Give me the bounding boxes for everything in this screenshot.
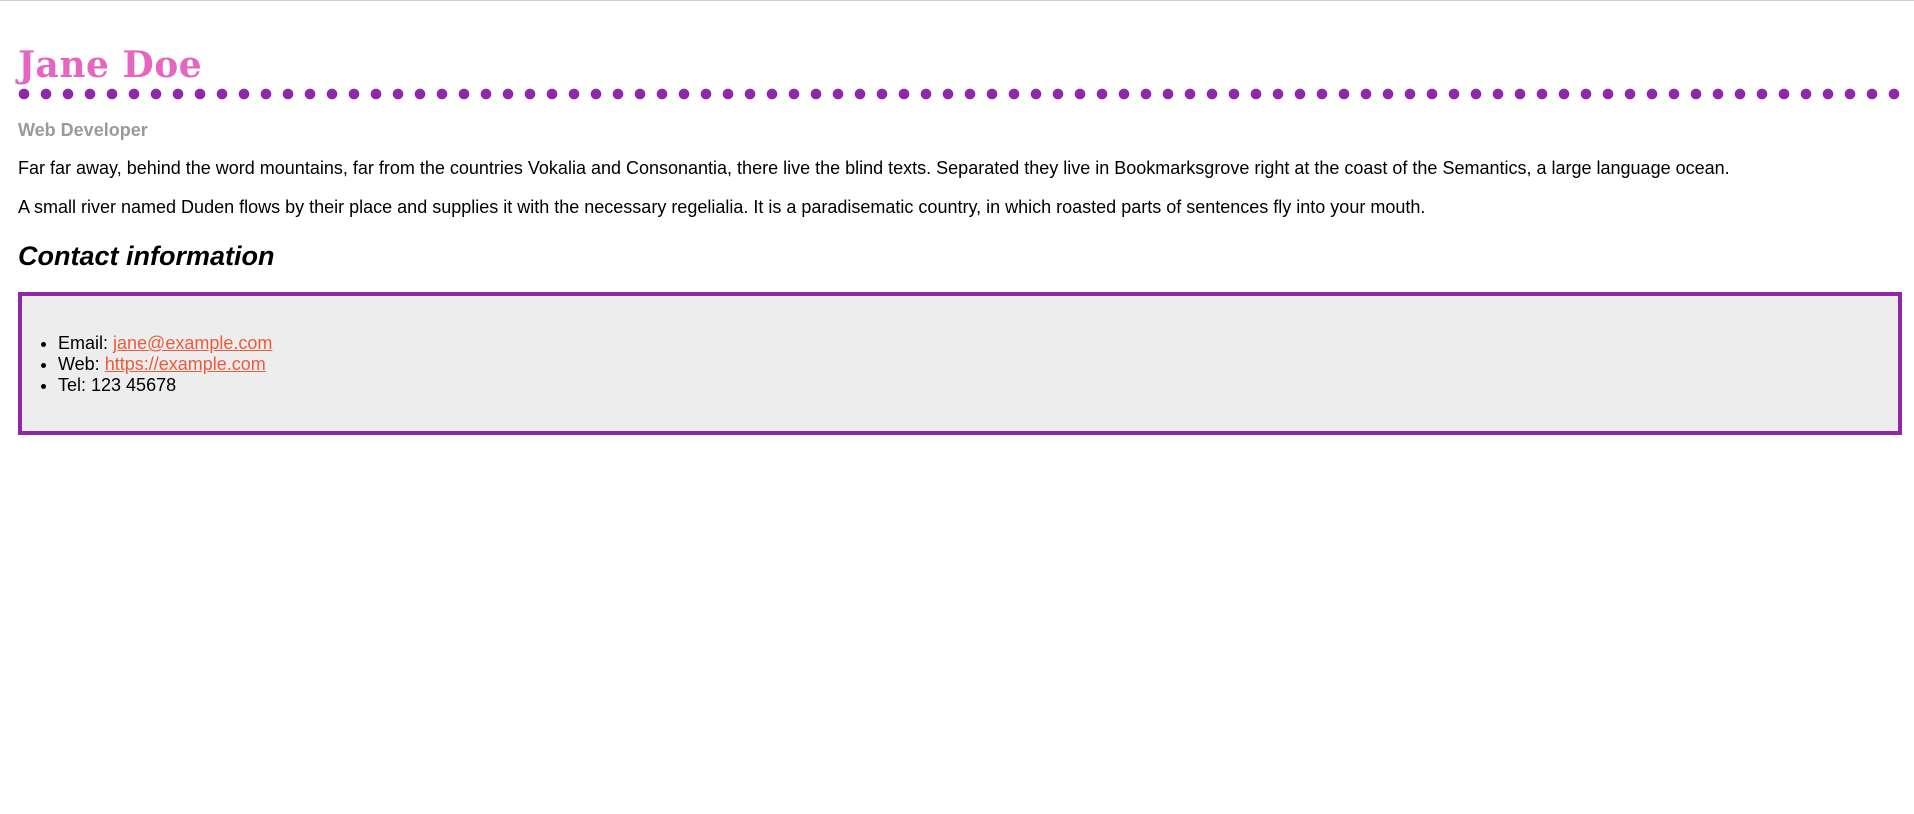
bio-paragraph-2: A small river named Duden flows by their… bbox=[18, 197, 1426, 217]
page-content: Jane Doe Web Developer Far far away, beh… bbox=[0, 45, 1914, 435]
contact-item-email: Email: jane@example.com bbox=[58, 333, 1898, 354]
page-title: Jane Doe bbox=[18, 44, 203, 86]
web-link[interactable]: https://example.com bbox=[105, 354, 266, 374]
dotted-divider bbox=[18, 87, 1902, 101]
top-divider bbox=[0, 0, 1914, 1]
tel-label: Tel: bbox=[58, 375, 92, 395]
contact-list: Email: jane@example.com Web: https://exa… bbox=[22, 333, 1898, 396]
tel-value: 123 45678 bbox=[91, 375, 177, 395]
email-link[interactable]: jane@example.com bbox=[113, 333, 272, 353]
web-label: Web: bbox=[58, 354, 105, 374]
bio-paragraph-1: Far far away, behind the word mountains,… bbox=[18, 158, 1730, 178]
contact-heading: Contact information bbox=[18, 241, 275, 271]
contact-box: Email: jane@example.com Web: https://exa… bbox=[18, 292, 1902, 435]
contact-item-tel: Tel: 123 45678 bbox=[58, 375, 1898, 396]
email-label: Email: bbox=[58, 333, 114, 353]
job-title: Web Developer bbox=[18, 120, 148, 140]
contact-item-web: Web: https://example.com bbox=[58, 354, 1898, 375]
